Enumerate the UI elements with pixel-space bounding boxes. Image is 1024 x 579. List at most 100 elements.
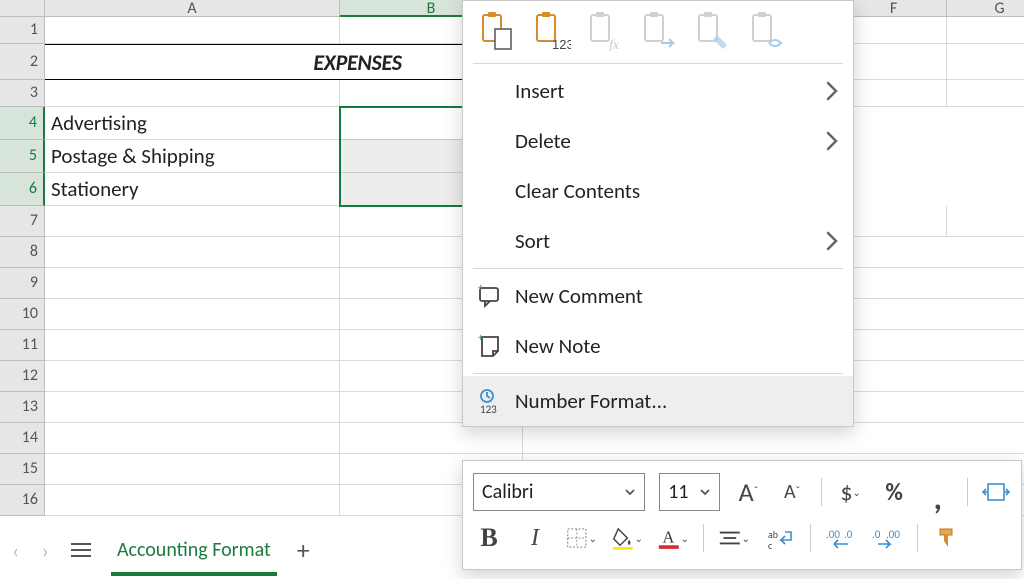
- cell-A16[interactable]: [45, 485, 340, 516]
- svg-text:fx: fx: [609, 38, 620, 51]
- cell-A13[interactable]: [45, 392, 340, 423]
- menu-item-insert[interactable]: Insert: [463, 66, 853, 116]
- row-header-15[interactable]: 15: [0, 454, 45, 485]
- row-header-11[interactable]: 11: [0, 330, 45, 361]
- row-header-7[interactable]: 7: [0, 206, 45, 237]
- cell-G3[interactable]: [947, 80, 1024, 107]
- currency-button[interactable]: $⌄: [836, 476, 866, 508]
- cell-A9[interactable]: [45, 268, 340, 299]
- paste-link-icon[interactable]: [747, 9, 789, 53]
- paste-default-icon[interactable]: [477, 9, 519, 53]
- cell-A5[interactable]: Postage & Shipping: [45, 140, 340, 173]
- row-header-2[interactable]: 2: [0, 44, 45, 80]
- cell-A15[interactable]: [45, 454, 340, 485]
- row-header-3[interactable]: 3: [0, 80, 45, 107]
- context-menu: 123 fx Insert Delete: [462, 0, 854, 427]
- menu-item-sort[interactable]: Sort: [463, 216, 853, 266]
- chevron-right-icon: [825, 230, 839, 252]
- cell-A7[interactable]: [45, 206, 340, 237]
- cell-A4[interactable]: Advertising: [45, 107, 340, 140]
- chevron-right-icon: [825, 80, 839, 102]
- font-family-select[interactable]: Calibri: [473, 473, 645, 511]
- cell-A14[interactable]: [45, 423, 340, 454]
- col-header-G[interactable]: G: [947, 0, 1024, 17]
- svg-text:123: 123: [552, 37, 571, 51]
- menu-item-delete[interactable]: Delete: [463, 116, 853, 166]
- cell-G2[interactable]: [947, 44, 1024, 80]
- chevron-down-icon: [624, 486, 636, 498]
- cell-F1[interactable]: [841, 17, 947, 44]
- comment-icon: +: [477, 283, 503, 309]
- menu-item-clear-contents[interactable]: Clear Contents: [463, 166, 853, 216]
- paste-formatting-icon[interactable]: [693, 9, 735, 53]
- cell-A6[interactable]: Stationery: [45, 173, 340, 206]
- row-header-5[interactable]: 5: [0, 140, 45, 173]
- cell-F2[interactable]: [841, 44, 947, 80]
- percent-button[interactable]: %: [879, 476, 909, 508]
- menu-item-new-comment[interactable]: + New Comment: [463, 271, 853, 321]
- row-header-12[interactable]: 12: [0, 361, 45, 392]
- row-header-13[interactable]: 13: [0, 392, 45, 423]
- menu-item-new-note[interactable]: + New Note: [463, 321, 853, 371]
- row-header-9[interactable]: 9: [0, 268, 45, 299]
- sheet-list-icon[interactable]: [71, 542, 91, 558]
- row14-rest[interactable]: [523, 423, 1024, 454]
- cell-A10[interactable]: [45, 299, 340, 330]
- col-header-A[interactable]: A: [45, 0, 340, 17]
- row-header-1[interactable]: 1: [0, 17, 45, 44]
- row-header-4[interactable]: 4: [0, 107, 45, 140]
- cell-B14[interactable]: [340, 423, 523, 454]
- row-header-8[interactable]: 8: [0, 237, 45, 268]
- add-sheet-button[interactable]: +: [297, 534, 310, 566]
- sheet-tab-bar: ‹ › Accounting Format +: [0, 521, 1024, 579]
- app-stage: A B F G 1 2 3 4 5 6 7 8 9 10 11 12 13 14…: [0, 0, 1024, 579]
- cell-A3[interactable]: [45, 80, 340, 107]
- sheet-nav-next[interactable]: ›: [41, 537, 48, 564]
- cell-A12[interactable]: [45, 361, 340, 392]
- cell-A11[interactable]: [45, 330, 340, 361]
- paste-options-row: 123 fx: [463, 1, 853, 61]
- font-size-select[interactable]: 11: [659, 473, 720, 511]
- menu-label: New Note: [515, 333, 601, 359]
- chevron-down-icon: [699, 486, 711, 498]
- menu-label: Clear Contents: [515, 178, 640, 204]
- menu-separator: [473, 268, 843, 269]
- number-format-icon: 123: [477, 388, 503, 414]
- row-header-6[interactable]: 6: [0, 173, 45, 206]
- decrease-font-button[interactable]: Aˇ: [777, 476, 807, 508]
- row-header-16[interactable]: 16: [0, 485, 45, 516]
- cell-A8[interactable]: [45, 237, 340, 268]
- font-family-value: Calibri: [482, 480, 534, 504]
- cell-F3[interactable]: [841, 80, 947, 107]
- row-header-14[interactable]: 14: [0, 423, 45, 454]
- caret-up-icon: ˆ: [754, 485, 759, 499]
- font-size-value: 11: [668, 480, 688, 504]
- paste-transpose-icon[interactable]: [639, 9, 681, 53]
- sheet-tab-accounting-format[interactable]: Accounting Format: [113, 532, 275, 568]
- svg-text:+: +: [478, 283, 484, 294]
- separator: [821, 478, 822, 506]
- row-header-10[interactable]: 10: [0, 299, 45, 330]
- svg-text:+: +: [478, 333, 484, 344]
- cell-G1[interactable]: [947, 17, 1024, 44]
- paste-formulas-icon[interactable]: fx: [585, 9, 627, 53]
- caret-down-icon: ˇ: [796, 485, 801, 499]
- sheet-nav-prev[interactable]: ‹: [12, 537, 19, 564]
- paste-values-icon[interactable]: 123: [531, 9, 573, 53]
- menu-label: New Comment: [515, 283, 643, 309]
- cell-A1[interactable]: [45, 17, 340, 44]
- menu-separator: [473, 373, 843, 374]
- menu-separator: [473, 63, 843, 64]
- cell-F7[interactable]: [841, 206, 947, 237]
- autofit-button[interactable]: [981, 476, 1011, 508]
- menu-label: Sort: [515, 228, 550, 254]
- chevron-right-icon: [825, 130, 839, 152]
- cell-G7[interactable]: [947, 206, 1024, 237]
- increase-font-button[interactable]: Aˆ: [734, 476, 764, 508]
- separator: [967, 478, 968, 506]
- note-icon: +: [477, 333, 503, 359]
- col-header-F[interactable]: F: [841, 0, 947, 17]
- menu-item-number-format[interactable]: 123 Number Format...: [463, 376, 853, 426]
- comma-style-button[interactable]: ,: [923, 476, 953, 508]
- menu-label: Insert: [515, 78, 564, 104]
